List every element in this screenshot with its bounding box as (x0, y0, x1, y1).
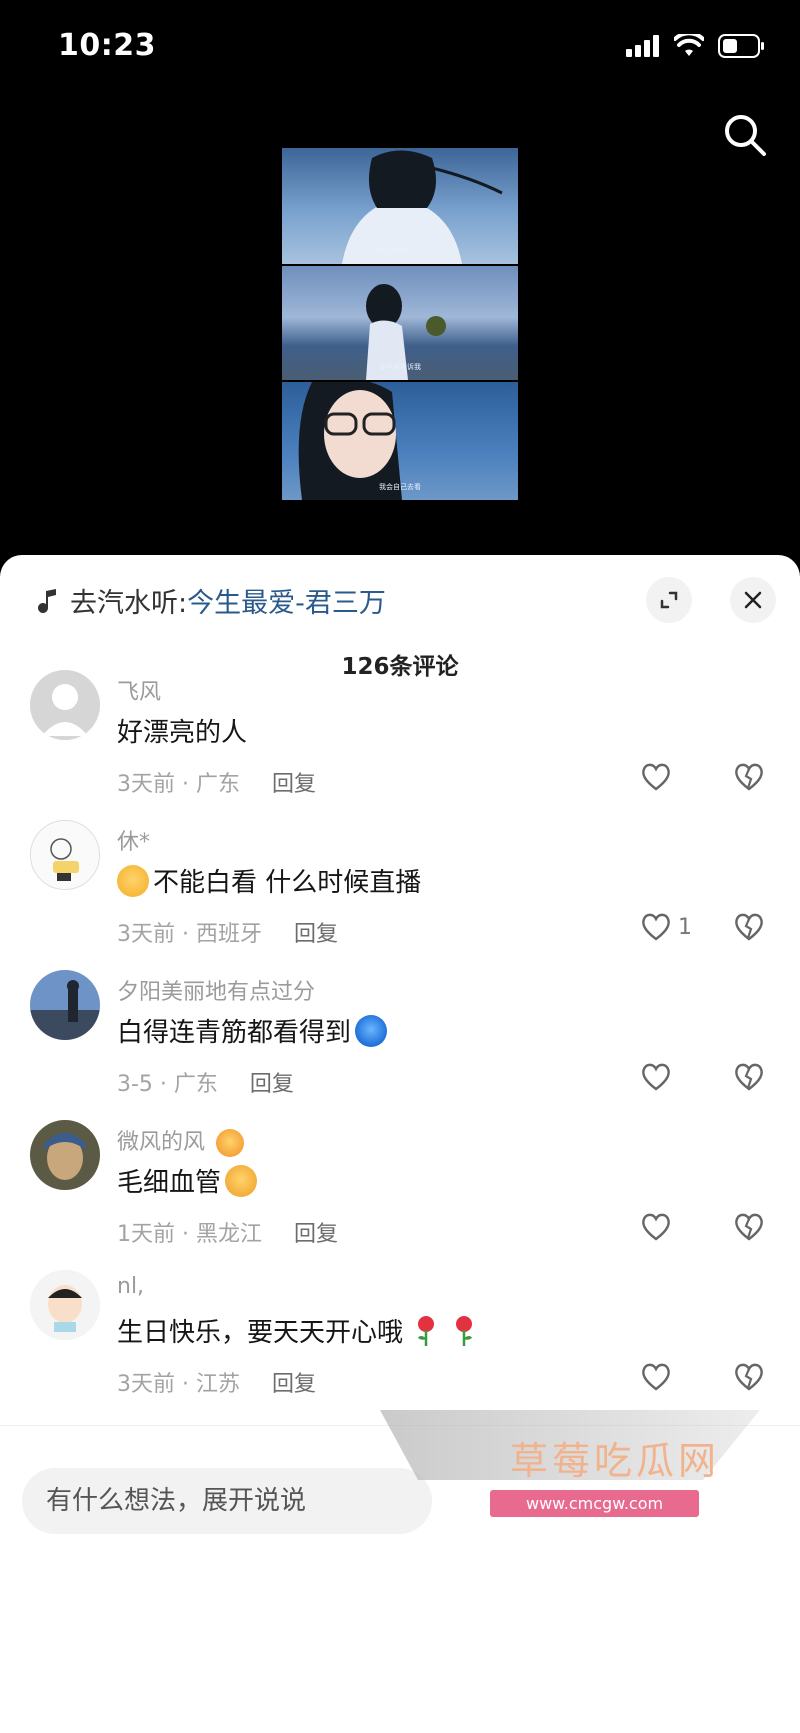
avatar[interactable] (30, 970, 100, 1040)
comment-time-location: 3天前 · 广东 (117, 772, 240, 797)
comment-time-location: 3天前 · 西班牙 (117, 922, 262, 947)
comment-time-location: 1天前 · 黑龙江 (117, 1222, 262, 1247)
avatar[interactable] (30, 1120, 100, 1190)
search-icon (725, 115, 766, 156)
dislike-button[interactable] (733, 762, 765, 796)
comment-text: 好漂亮的人 (117, 718, 248, 748)
comment-username[interactable]: 飞风 (117, 674, 161, 706)
comment-meta: 3天前 · 西班牙 回复 (117, 916, 338, 948)
heart-icon (642, 1213, 670, 1241)
comment-item: 微风的风 毛细血管 1天前 · 黑龙江 回复 (0, 1120, 800, 1280)
comment-text: 白得连青筋都看得到 (117, 1018, 352, 1048)
dislike-button[interactable] (733, 1362, 765, 1396)
reply-button[interactable]: 回复 (272, 1372, 316, 1397)
comment-text: 毛细血管 (117, 1168, 222, 1198)
comment-meta: 3-5 · 广东 回复 (117, 1066, 294, 1098)
comment-item: 飞风 好漂亮的人 3天前 · 广东 回复 (0, 670, 800, 830)
kiss-emoji-icon (216, 1129, 245, 1157)
comment-time-location: 3-5 · 广东 (117, 1072, 218, 1097)
cold-face-emoji-icon (355, 1014, 388, 1047)
comment-input-wrapper[interactable] (22, 1468, 432, 1534)
search-button[interactable] (720, 110, 770, 160)
avatar[interactable] (30, 820, 100, 890)
expand-icon (660, 591, 678, 609)
like-button[interactable] (640, 762, 672, 792)
comment-text: 不能白看 什么时候直播 (153, 868, 422, 898)
music-link[interactable]: 去汽水听: 今生最爱-君三万 (34, 581, 386, 620)
comment-meta: 3天前 · 江苏 回复 (117, 1366, 316, 1398)
video-panel-2: 你不用告诉我 (282, 266, 518, 380)
video-player[interactable]: 你的目的是什么? 你不用告诉我 我会自己去看 (0, 100, 800, 560)
comment-item: 休* 不能白看 什么时候直播 3天前 · 西班牙 回复 1 (0, 820, 800, 980)
video-panel-1: 你的目的是什么? (282, 148, 518, 264)
heart-icon (642, 763, 670, 791)
broken-heart-icon (735, 1213, 763, 1241)
dislike-button[interactable] (733, 1062, 765, 1096)
broken-heart-icon (735, 913, 763, 941)
comment-text-row: 不能白看 什么时候直播 (117, 862, 421, 899)
status-bar: 10:23 (0, 0, 800, 100)
expand-button[interactable] (646, 577, 692, 623)
video-panel-3: 我会自己去看 (282, 382, 518, 500)
broken-heart-icon (735, 763, 763, 791)
comment-item: nl, 生日快乐，要天天开心哦 3天前 · 江苏 回复 (0, 1270, 800, 1430)
comment-meta: 1天前 · 黑龙江 回复 (117, 1216, 338, 1248)
watermark-url: www.cmcgw.com (490, 1490, 700, 1517)
reply-button[interactable]: 回复 (250, 1072, 294, 1097)
rose-icon (456, 1315, 473, 1346)
music-note-icon (38, 588, 56, 613)
video-thumbnail: 你的目的是什么? 你不用告诉我 我会自己去看 (282, 148, 518, 500)
comment-text-row: 白得连青筋都看得到 (117, 1012, 388, 1049)
comment-text-row: 生日快乐，要天天开心哦 (117, 1312, 479, 1349)
comment-meta: 3天前 · 广东 回复 (117, 766, 316, 798)
close-button[interactable] (730, 577, 776, 623)
like-count: 1 (678, 914, 692, 940)
status-icons (626, 34, 766, 58)
comment-item: 夕阳美丽地有点过分 白得连青筋都看得到 3-5 · 广东 回复 (0, 970, 800, 1130)
reply-button[interactable]: 回复 (272, 772, 316, 797)
comment-time-location: 3天前 · 江苏 (117, 1372, 240, 1397)
wifi-icon (674, 34, 704, 56)
status-time: 10:23 (58, 28, 156, 63)
watermark: 草莓吃瓜网 www.cmcgw.com (380, 1410, 800, 1530)
comment-username[interactable]: 休* (117, 824, 150, 856)
crying-emoji-icon (225, 1164, 258, 1197)
heart-icon (642, 913, 670, 941)
rose-icon (418, 1315, 435, 1346)
video-caption-1: 你的目的是什么? (373, 247, 427, 255)
comment-username-row: 微风的风 (117, 1124, 245, 1157)
reply-button[interactable]: 回复 (294, 922, 338, 947)
avatar[interactable] (30, 1270, 100, 1340)
close-icon (744, 591, 762, 609)
reply-button[interactable]: 回复 (294, 1222, 338, 1247)
comment-username[interactable]: nl, (117, 1274, 144, 1299)
signal-icon (626, 35, 659, 57)
comment-text-row: 毛细血管 (117, 1162, 258, 1199)
heart-icon (642, 1363, 670, 1391)
like-button[interactable] (640, 1362, 672, 1392)
broken-heart-icon (735, 1363, 763, 1391)
comment-input[interactable] (46, 1468, 426, 1534)
dislike-button[interactable] (733, 912, 765, 946)
avatar[interactable] (30, 670, 100, 740)
comment-text: 生日快乐，要天天开心哦 (117, 1318, 404, 1348)
heart-icon (642, 1063, 670, 1091)
like-button[interactable] (640, 1062, 672, 1092)
comment-username[interactable]: 微风的风 (117, 1130, 205, 1155)
watermark-title: 草莓吃瓜网 (510, 1439, 721, 1483)
battery-icon (718, 34, 764, 58)
like-button[interactable] (640, 1212, 672, 1242)
video-caption-3: 我会自己去看 (379, 483, 421, 491)
broken-heart-icon (735, 1063, 763, 1091)
video-caption-2: 你不用告诉我 (379, 363, 421, 371)
like-button[interactable]: 1 (640, 912, 692, 942)
sweat-emoji-icon (117, 864, 149, 897)
music-song-title[interactable]: 今生最爱-君三万 (187, 581, 386, 620)
music-prefix: 去汽水听: (70, 588, 188, 619)
dislike-button[interactable] (733, 1212, 765, 1246)
comment-username[interactable]: 夕阳美丽地有点过分 (117, 974, 315, 1006)
